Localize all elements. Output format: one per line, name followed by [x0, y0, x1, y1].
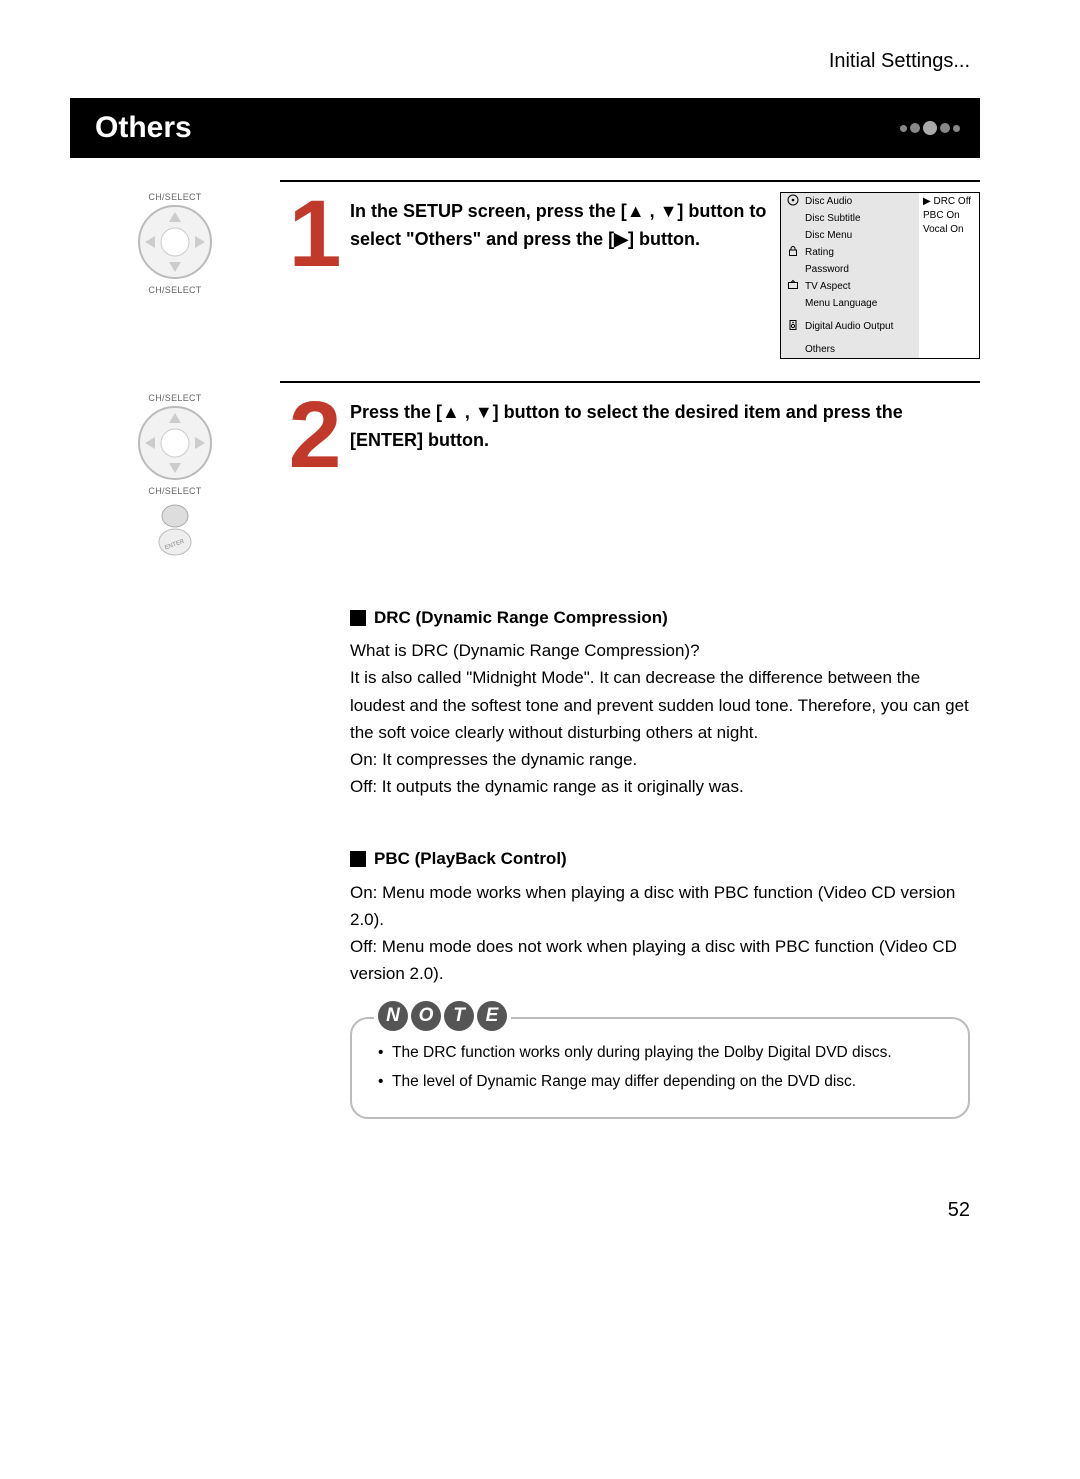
note-label: N O T E	[374, 1001, 511, 1031]
step-number-2: 2	[280, 393, 350, 479]
tv-icon	[787, 279, 799, 291]
note-item: The level of Dynamic Range may differ de…	[376, 1070, 944, 1095]
dpad-icon	[135, 403, 215, 483]
step-text-2: Press the [▲ , ▼] button to select the d…	[350, 393, 980, 455]
speaker-icon	[787, 319, 799, 331]
step-1: CH/SELECT CH/SELECT 1 In the SETUP scree…	[70, 192, 980, 359]
remote-illustration-2: CH/SELECT CH/SELECT ENTER	[70, 393, 280, 559]
title-bar: Others	[70, 98, 980, 158]
setup-menu-right: ▶ DRC Off PBC On Vocal On	[919, 193, 979, 358]
step-number-1: 1	[280, 192, 350, 278]
note-item: The DRC function works only during playi…	[376, 1041, 944, 1066]
pbc-heading: PBC (PlayBack Control)	[350, 845, 970, 872]
note-box: N O T E The DRC function works only duri…	[350, 1017, 970, 1119]
drc-heading: DRC (Dynamic Range Compression)	[350, 604, 970, 631]
rule	[280, 381, 980, 383]
enter-button-icon: ENTER	[155, 502, 195, 559]
drc-definition: DRC (Dynamic Range Compression) What is …	[350, 604, 970, 800]
setup-menu-preview: Disc Audio Disc Subtitle Disc Menu Ratin…	[780, 192, 980, 359]
rule	[280, 180, 980, 182]
page-title: Others	[95, 111, 192, 145]
decorative-dots	[900, 121, 960, 135]
lock-icon	[787, 245, 799, 257]
page-number: 52	[70, 1199, 980, 1222]
remote-illustration-1: CH/SELECT CH/SELECT	[70, 192, 280, 295]
pbc-definition: PBC (PlayBack Control) On: Menu mode wor…	[350, 845, 970, 987]
step-2: CH/SELECT CH/SELECT ENTER 2 Press the [▲…	[70, 393, 980, 559]
breadcrumb: Initial Settings...	[70, 50, 980, 73]
step-text-1: In the SETUP screen, press the [▲ , ▼] b…	[350, 192, 780, 254]
disc-icon	[787, 194, 799, 206]
dpad-icon	[135, 202, 215, 282]
